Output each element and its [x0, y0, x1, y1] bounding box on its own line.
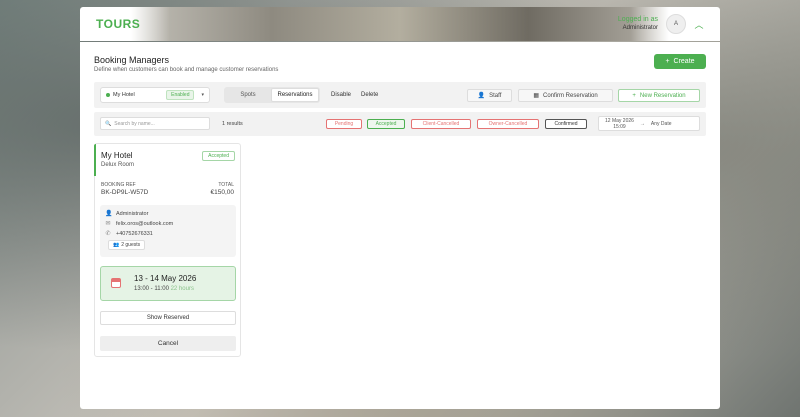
total-amount: €150,00 [210, 189, 235, 196]
page-title: Booking Managers [94, 55, 170, 65]
users-icon: 👥 [113, 242, 120, 248]
reservation-card[interactable]: My Hotel Delux Room Accepted BOOKING REF… [94, 143, 241, 357]
user-menu[interactable]: Logged in as Administrator A ︿ [618, 14, 704, 34]
tab-reservations[interactable]: Reservations [271, 88, 319, 102]
filter-chip-confirmed[interactable]: Confirmed [545, 119, 587, 129]
chevron-down-icon: ▾ [201, 92, 204, 98]
date-from-day: 12 May 2026 [605, 117, 634, 124]
filter-chip-client-cancelled[interactable]: Client-Cancelled [411, 119, 471, 129]
contact-section: 👤 Administrator ✉ felix.oros@outlook.com… [100, 205, 236, 257]
arrow-right-icon: → [639, 120, 645, 127]
top-navbar: TOURS Logged in as Administrator A ︿ [80, 7, 720, 41]
card-accent-bar [94, 144, 96, 176]
date-from: 12 May 2026 15:09 [605, 118, 634, 130]
filter-chip-owner-cancelled[interactable]: Owner-Cancelled [477, 119, 539, 129]
guests-count: 2 guests [121, 242, 141, 248]
enabled-badge: Enabled [166, 90, 195, 100]
user-icon: 👤 [105, 211, 113, 217]
search-icon: 🔍 [105, 120, 112, 127]
reservation-hotel: My Hotel [101, 151, 133, 160]
reservation-room: Delux Room [101, 162, 135, 168]
manager-toolbar: My Hotel Enabled ▾ Spots Reservations Di… [94, 82, 706, 108]
confirm-reservation-label: Confirm Reservation [542, 92, 598, 99]
contact-email[interactable]: felix.oros@outlook.com [116, 221, 173, 227]
status-badge: Accepted [202, 151, 235, 161]
logged-in-label: Logged in as [617, 16, 658, 23]
search-placeholder: Search by name... [114, 120, 155, 127]
staff-button[interactable]: 👤 Staff [467, 89, 512, 102]
date-range-text: 13 - 14 May 2026 [134, 274, 197, 283]
contact-email-row: ✉ felix.oros@outlook.com [105, 220, 173, 228]
main-panel: Booking Managers Define when customers c… [80, 42, 720, 409]
hotel-select-label: My Hotel [113, 92, 135, 98]
results-count: 1 results [222, 121, 243, 127]
create-button[interactable]: + Create [654, 54, 706, 69]
view-tabs: Spots Reservations [224, 87, 320, 103]
time-range: 13:00 - 11:00 [134, 286, 169, 292]
app-logo[interactable]: TOURS [96, 17, 140, 31]
user-name: Administrator [622, 25, 658, 31]
plus-icon: + [632, 92, 636, 99]
contact-name-row: 👤 Administrator [105, 210, 149, 218]
new-reservation-label: New Reservation [639, 92, 686, 99]
contact-phone[interactable]: +40752676331 [116, 231, 153, 237]
user-info: Logged in as Administrator [618, 15, 658, 33]
disable-button[interactable]: Disable [331, 92, 351, 98]
phone-icon: ✆ [105, 231, 111, 237]
hotel-select[interactable]: My Hotel Enabled ▾ [100, 87, 210, 103]
new-reservation-button[interactable]: + New Reservation [618, 89, 700, 102]
filter-chip-pending[interactable]: Pending [326, 119, 362, 129]
contact-phone-row: ✆ +40752676331 [105, 230, 153, 238]
tab-spots[interactable]: Spots [225, 88, 271, 102]
cancel-button[interactable]: Cancel [100, 336, 236, 351]
delete-button[interactable]: Delete [361, 92, 378, 98]
page-subtitle: Define when customers can book and manag… [94, 67, 279, 73]
date-summary: 13 - 14 May 2026 13:00 - 11:00 22 hours [100, 266, 236, 301]
staff-icon: 👤 [477, 93, 486, 99]
staff-label: Staff [489, 92, 502, 99]
search-input[interactable]: 🔍 Search by name... [100, 117, 210, 130]
calendar-icon [111, 278, 121, 288]
grid-icon: ▦ [533, 93, 539, 99]
date-range-picker[interactable]: 12 May 2026 15:09 → Any Date [598, 116, 700, 131]
filter-bar: 🔍 Search by name... 1 results Pending Ac… [94, 112, 706, 136]
duration: 22 hours [170, 286, 194, 292]
chevron-up-icon[interactable]: ︿ [694, 18, 704, 31]
time-range-row: 13:00 - 11:00 22 hours [134, 286, 194, 292]
plus-icon: + [665, 58, 670, 65]
total-label: TOTAL [218, 182, 234, 188]
status-dot-icon [106, 93, 110, 97]
booking-ref: BK-DP9L-W57D [101, 189, 149, 196]
confirm-reservation-button[interactable]: ▦ Confirm Reservation [518, 89, 613, 102]
show-reserved-button[interactable]: Show Reserved [100, 311, 236, 325]
contact-name: Administrator [116, 210, 149, 217]
create-label: Create [673, 58, 695, 65]
booking-ref-label: BOOKING REF [101, 182, 136, 188]
mail-icon: ✉ [105, 221, 111, 227]
filter-chip-accepted[interactable]: Accepted [367, 119, 405, 129]
date-from-time: 15:09 [613, 123, 626, 130]
date-to: Any Date [650, 120, 672, 127]
avatar[interactable]: A [666, 14, 686, 34]
guests-badge: 👥 2 guests [108, 240, 146, 250]
